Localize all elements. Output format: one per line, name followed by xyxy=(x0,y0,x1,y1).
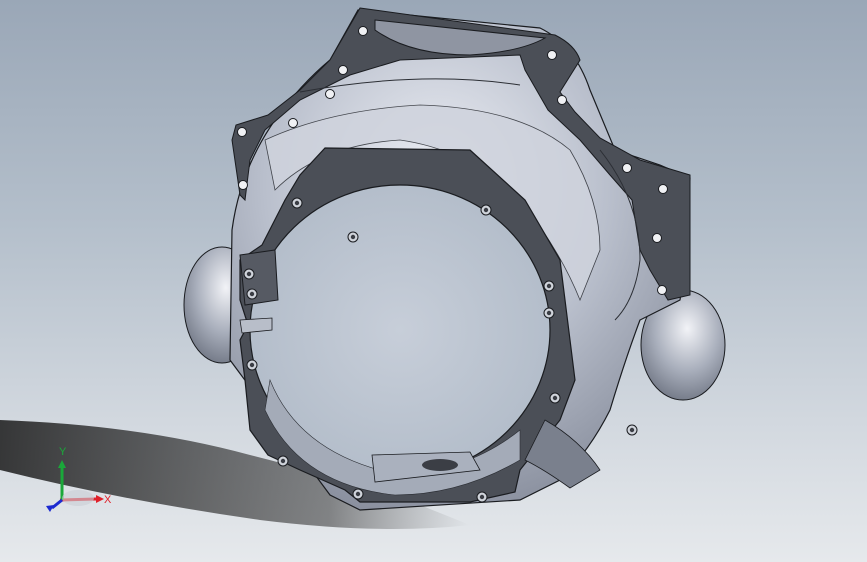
flange-hole xyxy=(657,285,667,295)
flange-hole xyxy=(652,233,662,243)
x-axis-arrow xyxy=(96,495,104,503)
flange-hole xyxy=(557,95,567,105)
flange-hole xyxy=(325,89,335,99)
bottom-slot xyxy=(422,459,458,471)
flange-hole xyxy=(547,50,557,60)
flange-hole xyxy=(658,184,668,194)
flange-hole xyxy=(237,127,247,137)
flange-hole xyxy=(238,180,248,190)
bolt-hole-thread xyxy=(483,207,489,213)
y-axis-label: Y xyxy=(59,446,67,458)
bellhousing-model[interactable] xyxy=(0,0,867,562)
z-axis-line xyxy=(51,498,63,510)
x-axis-label: X xyxy=(104,494,112,506)
bolt-hole-thread xyxy=(280,458,286,464)
bolt-hole-thread xyxy=(479,494,485,500)
flange-hole xyxy=(338,65,348,75)
bolt-hole-thread xyxy=(294,200,300,206)
flange-hole xyxy=(288,118,298,128)
axis-triad: X Y xyxy=(46,446,112,512)
bolt-hole-thread xyxy=(546,310,552,316)
bolt-hole-thread xyxy=(629,427,635,433)
bolt-hole-thread xyxy=(249,291,255,297)
triad-origin xyxy=(62,490,94,506)
graphics-viewport[interactable]: X Y xyxy=(0,0,867,562)
y-axis-arrow xyxy=(58,460,66,468)
left-notch xyxy=(239,317,273,334)
flange-hole xyxy=(622,163,632,173)
flange-hole xyxy=(358,26,368,36)
bolt-hole-thread xyxy=(552,395,558,401)
bolt-hole-thread xyxy=(350,234,356,240)
bolt-hole-thread xyxy=(249,362,255,368)
bolt-hole-thread xyxy=(355,491,361,497)
bolt-hole-thread xyxy=(246,271,252,277)
bolt-hole-thread xyxy=(546,283,552,289)
